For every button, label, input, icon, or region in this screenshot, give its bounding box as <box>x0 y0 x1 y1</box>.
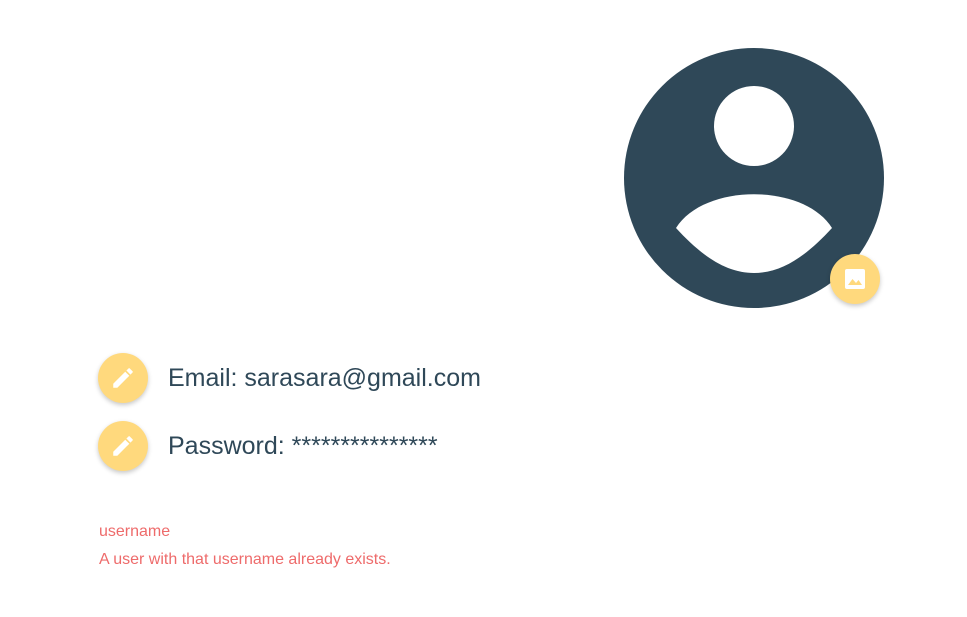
email-field: Email: sarasara@gmail.com <box>168 364 481 393</box>
email-label: Email: <box>168 363 245 392</box>
pencil-icon <box>113 436 133 456</box>
pencil-icon <box>113 368 133 388</box>
password-value: *************** <box>291 431 438 460</box>
error-messages: username A user with that username alrea… <box>99 518 391 574</box>
password-field: Password: *************** <box>168 432 438 461</box>
password-label: Password: <box>168 431 292 460</box>
image-icon <box>845 269 865 289</box>
email-value: sarasara@gmail.com <box>244 363 481 392</box>
password-row: Password: *************** <box>98 421 438 471</box>
error-message: A user with that username already exists… <box>99 551 391 568</box>
error-field-name: username <box>99 523 171 540</box>
edit-email-button[interactable] <box>98 353 148 403</box>
change-photo-button[interactable] <box>830 254 880 304</box>
email-row: Email: sarasara@gmail.com <box>98 353 481 403</box>
edit-password-button[interactable] <box>98 421 148 471</box>
